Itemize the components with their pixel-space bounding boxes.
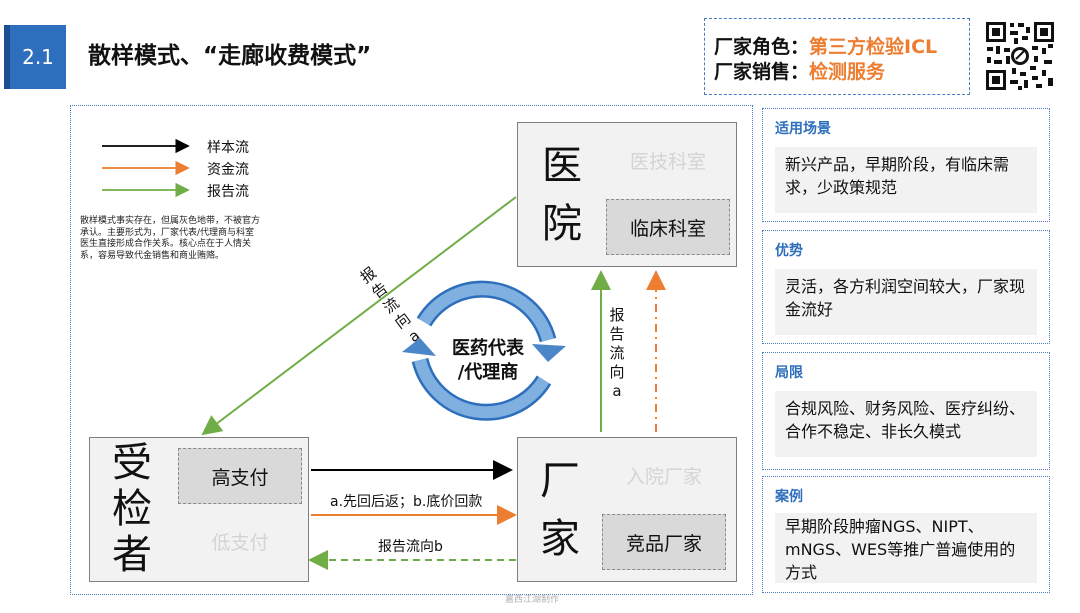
sales-rep-line-2: /代理商 [457, 362, 519, 383]
panel-advantages-body: 灵活，各方利润空间较大，厂家现金流好 [775, 269, 1037, 335]
panel-scenarios: 适用场景 新兴产品，早期阶段，有临床需求，少政策规范 [762, 108, 1050, 222]
report-a-vert-char-4: 向 [609, 363, 625, 381]
footer-credit: 嘉西江湖制作 [505, 595, 560, 605]
report-flow-a-diagonal [201, 196, 517, 436]
panel-limitations-title: 局限 [775, 365, 803, 381]
dept-clinical: 临床科室 [606, 199, 730, 255]
money-flow-label: a.先回后返；b.底价回款 [330, 494, 483, 510]
panel-scenarios-body: 新兴产品，早期阶段，有临床需求，少政策规范 [775, 147, 1037, 213]
patient-char-2: 检 [112, 486, 152, 532]
patient-char-1: 受 [112, 440, 152, 486]
tier-high-pay: 高支付 [178, 448, 302, 504]
slide: 2.1 散样模式、“走廊收费模式” 厂家角色：第三方检验ICL 厂家销售：检测服… [0, 0, 1080, 613]
sales-rep-label: 医药代表 /代理商 [436, 337, 540, 385]
panel-cases: 案例 早期阶段肿瘤NGS、NIPT、mNGS、WES等推广普遍使用的方式 [762, 476, 1050, 593]
manufacturer-char-1: 厂 [540, 458, 580, 504]
mfr-competitor: 竞品厂家 [602, 514, 726, 570]
hospital-char-1: 医 [542, 143, 582, 189]
panel-cases-body: 早期阶段肿瘤NGS、NIPT、mNGS、WES等推广普遍使用的方式 [775, 513, 1037, 583]
hospital-node: 医 院 医技科室 临床科室 [517, 122, 737, 267]
role-value: 第三方检验ICL [809, 36, 938, 58]
panel-advantages-title: 优势 [775, 243, 803, 259]
report-a-vert-char-3: 流 [609, 344, 625, 362]
sales-rep-line-1: 医药代表 [452, 338, 524, 359]
report-a-vert-char-2: 告 [609, 325, 625, 343]
panel-scenarios-title: 适用场景 [775, 121, 831, 137]
hospital-char-2: 院 [542, 201, 582, 247]
panel-limitations: 局限 合规风险、财务风险、医疗纠纷、合作不稳定、非长久模式 [762, 352, 1050, 470]
sales-value: 检测服务 [809, 61, 886, 83]
tier-low-pay: 低支付 [211, 531, 269, 554]
report-b-label: 报告流向b [378, 539, 443, 555]
panel-cases-title: 案例 [775, 489, 803, 505]
mfr-in-hospital: 入院厂家 [625, 465, 702, 488]
report-a-vert-char-1: 报 [609, 306, 625, 324]
qr-code-icon [984, 20, 1056, 92]
report-a-vert-label: 报 告 流 向 a [608, 306, 626, 401]
patient-char-3: 者 [112, 532, 152, 578]
manufacturer-char-2: 家 [540, 516, 580, 562]
dept-medtech: 医技科室 [629, 150, 706, 173]
report-a-vert-char-5: a [612, 382, 622, 400]
patient-node: 受 检 者 高支付 低支付 [89, 437, 309, 582]
panel-limitations-body: 合规风险、财务风险、医疗纠纷、合作不稳定、非长久模式 [775, 391, 1037, 457]
panel-advantages: 优势 灵活，各方利润空间较大，厂家现金流好 [762, 230, 1050, 344]
manufacturer-node: 厂 家 入院厂家 竞品厂家 [517, 437, 737, 582]
